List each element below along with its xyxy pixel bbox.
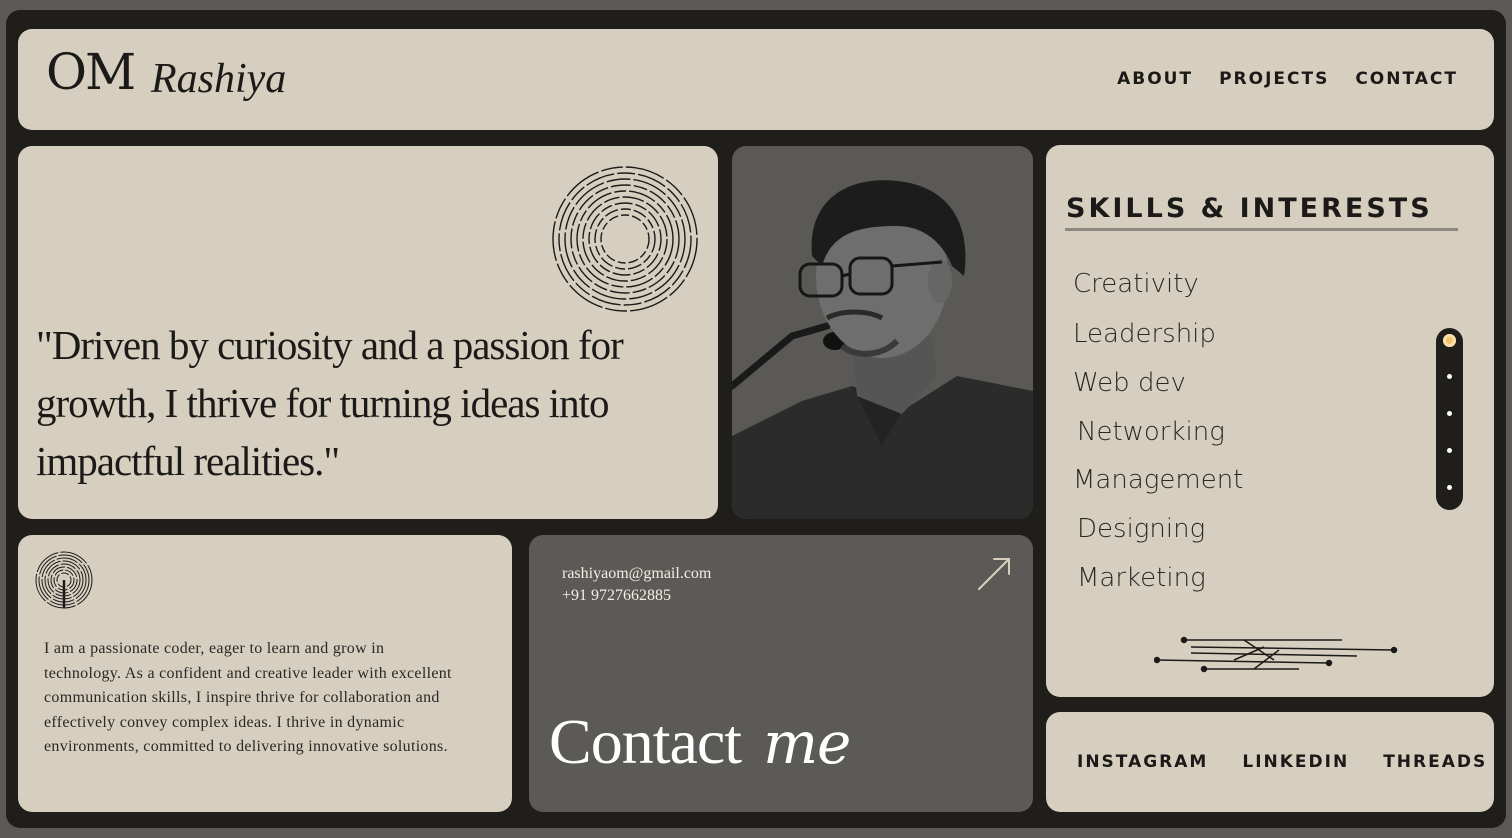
site-header: OM Rashiya ABOUT PROJECTS CONTACT (18, 29, 1494, 130)
instagram-link[interactable]: INSTAGRAM (1077, 752, 1208, 772)
contact-heading-italic: me (763, 709, 851, 777)
threads-link[interactable]: THREADS (1383, 752, 1487, 772)
about-text: I am a passionate coder, eager to learn … (44, 640, 452, 755)
profile-photo (732, 146, 1033, 519)
skills-title: SKILLS & INTERESTS (1066, 193, 1433, 224)
linkedin-link[interactable]: LINKEDIN (1242, 752, 1349, 772)
nav-about[interactable]: ABOUT (1117, 69, 1193, 89)
contact-heading[interactable]: Contact me (549, 705, 851, 779)
arrow-up-right-icon[interactable] (974, 555, 1014, 595)
fingerprint-spiral-icon (35, 551, 93, 609)
portrait-image (732, 180, 1033, 519)
nav-contact[interactable]: CONTACT (1355, 69, 1458, 89)
contact-card[interactable]: rashiyaom@gmail.com +91 9727662885 Conta… (529, 535, 1033, 812)
skills-card: SKILLS & INTERESTS Creativity Leadership… (1046, 145, 1494, 697)
skill-item: Leadership (1073, 319, 1216, 349)
concentric-circles-icon (552, 166, 698, 312)
social-links: INSTAGRAM LINKEDIN THREADS (1077, 752, 1487, 772)
skill-item: Designing (1077, 514, 1206, 544)
scroll-indicator[interactable] (1436, 328, 1463, 510)
contact-phone[interactable]: +91 9727662885 (562, 587, 671, 605)
scroll-dot-active[interactable] (1443, 334, 1456, 347)
contact-email[interactable]: rashiyaom@gmail.com (562, 565, 711, 583)
about-card: I am a passionate coder, eager to learn … (18, 535, 512, 812)
logo-name[interactable]: Rashiya (151, 55, 286, 103)
main-nav: ABOUT PROJECTS CONTACT (1117, 69, 1458, 89)
scroll-dot[interactable] (1447, 485, 1452, 490)
skill-item: Marketing (1077, 563, 1206, 593)
skill-item: Creativity (1073, 269, 1199, 299)
nav-projects[interactable]: PROJECTS (1219, 69, 1329, 89)
scroll-dot[interactable] (1447, 374, 1452, 379)
skill-item: Networking (1077, 417, 1225, 447)
scroll-dot[interactable] (1447, 411, 1452, 416)
contact-heading-word: Contact (549, 706, 742, 777)
social-links-card: INSTAGRAM LINKEDIN THREADS (1046, 712, 1494, 812)
hero-card: "Driven by curiosity and a passion for g… (18, 146, 718, 519)
skills-divider (1065, 228, 1458, 231)
circuit-lines-icon (1154, 636, 1398, 673)
logo-mark[interactable]: OM (46, 43, 136, 101)
hero-quote: "Driven by curiosity and a passion for g… (36, 322, 624, 484)
skill-item: Web dev (1073, 368, 1186, 398)
skill-item: Management (1073, 465, 1244, 495)
scroll-dot[interactable] (1447, 448, 1452, 453)
